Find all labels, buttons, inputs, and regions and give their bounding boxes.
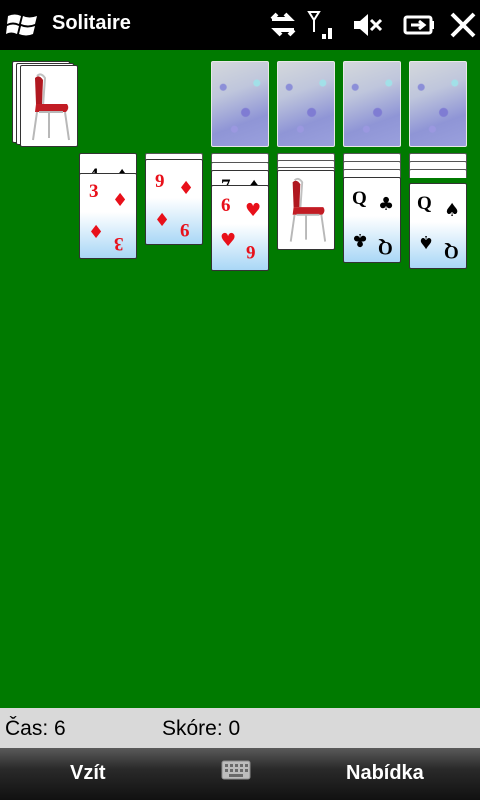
card-rank: Q: [352, 188, 367, 209]
tableau-card-queen-clubs[interactable]: Q ♣ ♣ Q: [343, 177, 401, 263]
tableau-card-9-diamonds[interactable]: 9 ♦ ♦ 9: [145, 159, 203, 245]
title-bar: Solitaire: [0, 0, 480, 50]
card-rank-inverted: 3: [114, 233, 124, 254]
windows-start-icon[interactable]: [6, 10, 40, 40]
diamond-suit-icon: ♦: [112, 190, 129, 211]
foundation-slot-2[interactable]: [277, 61, 335, 147]
keyboard-icon[interactable]: [221, 760, 251, 780]
diamond-suit-icon: ♦: [88, 222, 105, 243]
signal-strength-icon[interactable]: [306, 8, 340, 42]
tableau-hidden-card: [409, 169, 467, 178]
tableau-card-6-hearts[interactable]: 6 ♥ ♥ 6: [211, 185, 269, 271]
club-suit-icon: ♣: [378, 194, 395, 215]
foundation-slot-1[interactable]: [211, 61, 269, 147]
data-connection-icon[interactable]: [266, 8, 300, 42]
spade-suit-icon: ♠: [418, 231, 435, 252]
heart-suit-icon: ♥: [245, 200, 262, 221]
app-title: Solitaire: [52, 12, 131, 34]
card-rank: 6: [221, 195, 231, 216]
game-table[interactable]: 4 ♠ 3 ♦ ♦ 3 9 ♦ ♦ 9 7 ♠ 6 ♥ ♥ 6: [0, 50, 480, 708]
card-rank-inverted: 9: [180, 219, 190, 240]
card-rank: 3: [89, 181, 99, 202]
card-rank: 9: [155, 171, 165, 192]
tableau-card-back[interactable]: [277, 170, 335, 250]
card-rank: Q: [417, 193, 432, 214]
tableau-card-3-diamonds[interactable]: 3 ♦ ♦ 3: [79, 173, 137, 259]
stock-card-top[interactable]: [20, 65, 78, 147]
diamond-suit-icon: ♦: [178, 178, 195, 199]
elapsed-time: Čas: 6: [5, 717, 66, 740]
spade-suit-icon: ♠: [444, 200, 461, 221]
chair-card-back-icon: [289, 177, 327, 242]
heart-suit-icon: ♥: [220, 230, 237, 251]
card-rank-inverted: 6: [246, 241, 256, 262]
score: Skóre: 0: [162, 717, 241, 740]
foundation-slot-4[interactable]: [409, 61, 467, 147]
chair-card-back-icon: [32, 73, 70, 141]
close-icon[interactable]: [446, 8, 480, 42]
card-rank-inverted: Q: [444, 241, 459, 262]
tableau-hidden-card: [211, 153, 269, 162]
tableau-card-queen-spades[interactable]: Q ♠ ♠ Q: [409, 183, 467, 269]
card-rank-inverted: Q: [378, 237, 393, 258]
menu-softkey[interactable]: Nabídka: [346, 762, 424, 785]
battery-icon[interactable]: [402, 8, 436, 42]
softkey-bar: Vzít Nabídka: [0, 748, 480, 800]
speaker-muted-icon[interactable]: [350, 8, 384, 42]
club-suit-icon: ♣: [352, 229, 369, 250]
take-softkey[interactable]: Vzít: [70, 762, 106, 785]
diamond-suit-icon: ♦: [154, 210, 171, 231]
foundation-slot-3[interactable]: [343, 61, 401, 147]
status-bar: Čas: 6 Skóre: 0: [0, 708, 480, 748]
